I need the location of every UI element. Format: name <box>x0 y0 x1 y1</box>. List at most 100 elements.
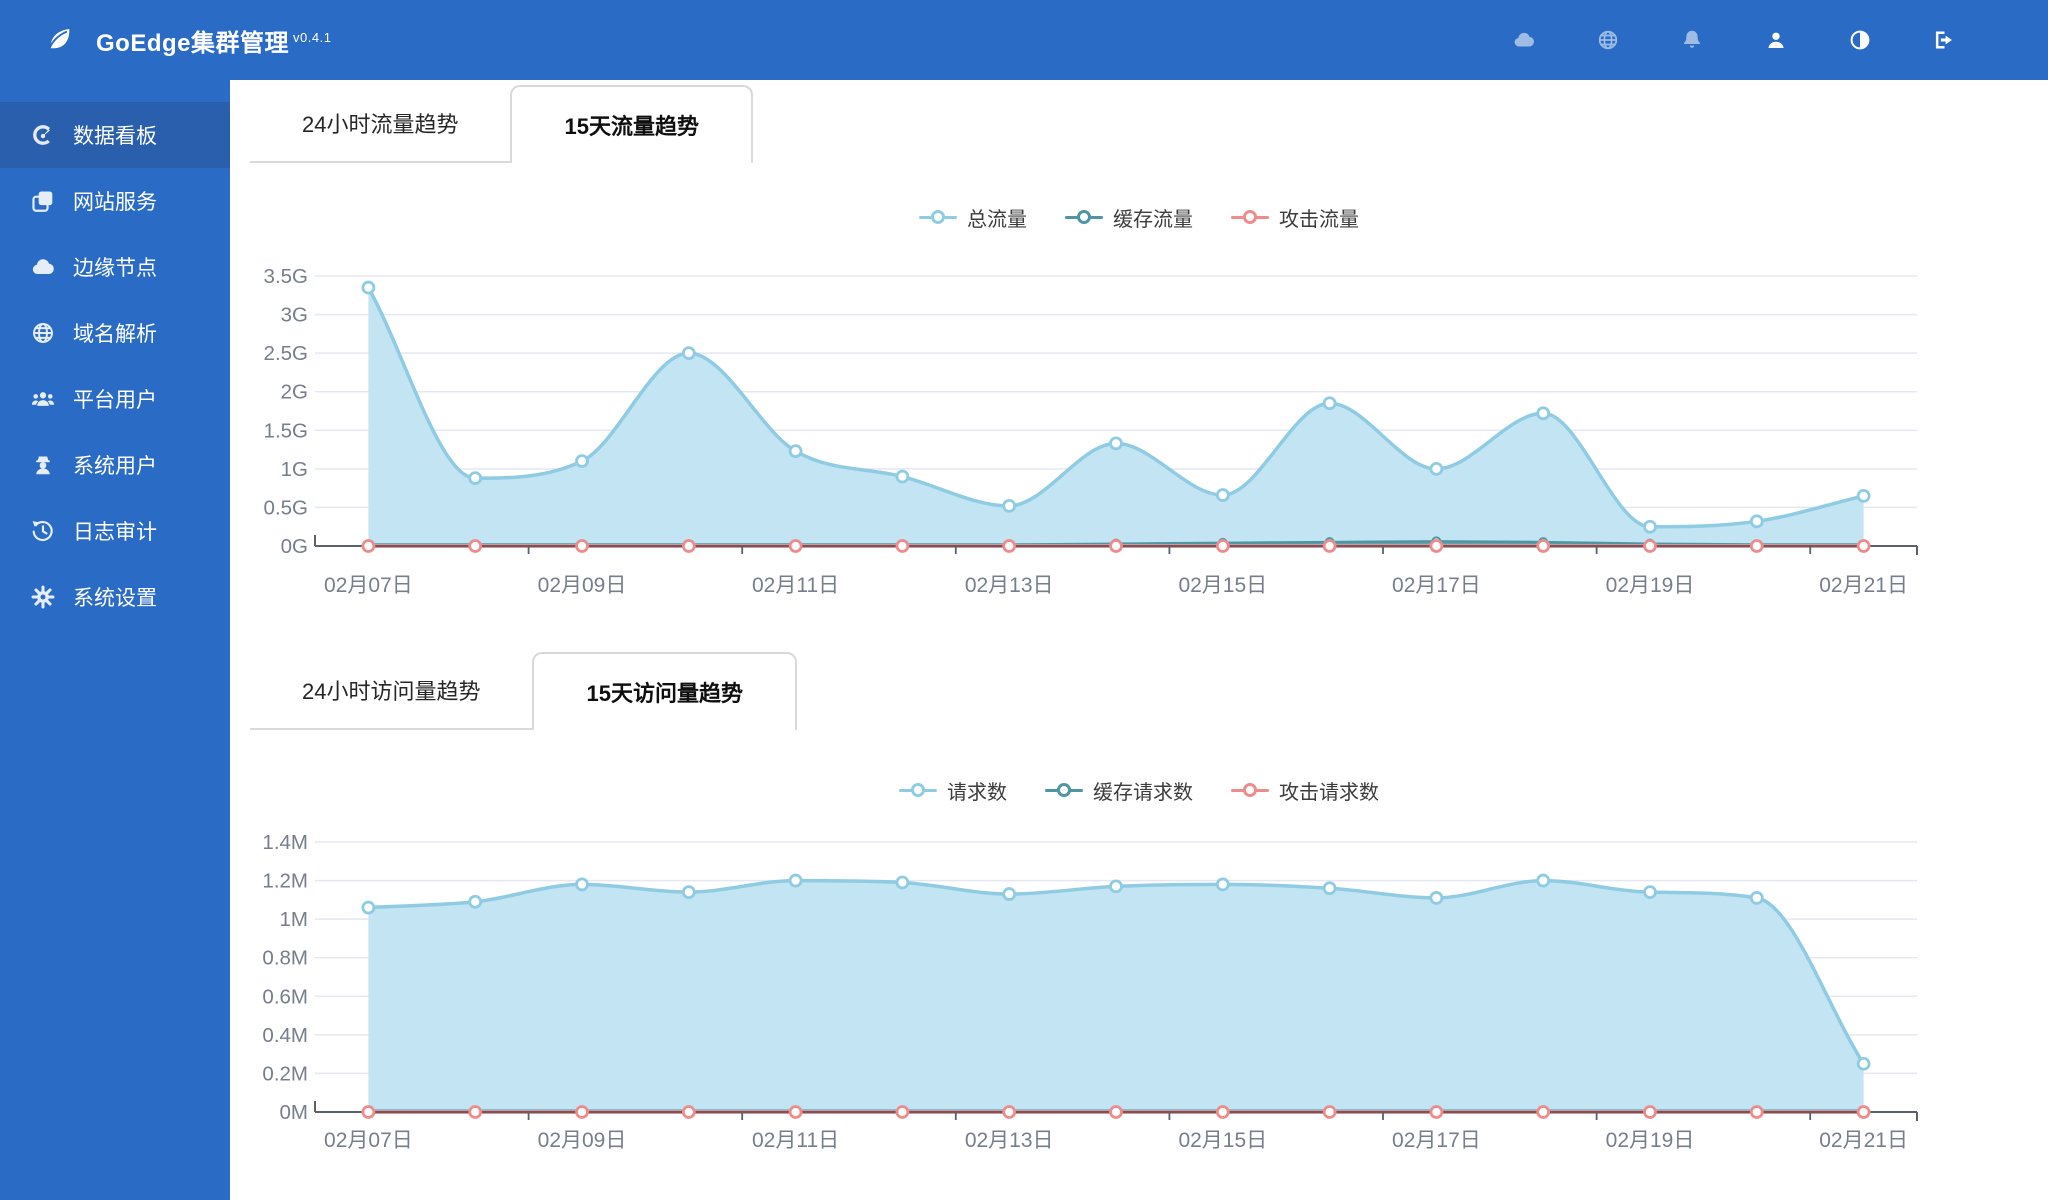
websites-icon <box>30 188 56 214</box>
x-axis-date-label: 02月19日 <box>1606 1129 1695 1152</box>
data-point-请求数[interactable] <box>788 873 803 888</box>
data-point-攻击请求数[interactable] <box>575 1105 589 1119</box>
y-axis-tick-label: 1.5G <box>264 419 308 442</box>
data-point-攻击流量[interactable] <box>1749 539 1764 553</box>
tab-15天流量趋势[interactable]: 15天流量趋势 <box>510 85 753 163</box>
data-point-请求数[interactable] <box>468 894 483 909</box>
data-point-请求数[interactable] <box>1002 887 1017 901</box>
data-point-攻击流量[interactable] <box>1536 539 1551 553</box>
data-point-攻击流量[interactable] <box>468 539 483 553</box>
legend-item-缓存请求数[interactable]: 缓存请求数 <box>1045 776 1193 805</box>
data-point-攻击流量[interactable] <box>788 539 803 553</box>
data-point-攻击请求数[interactable] <box>788 1105 803 1119</box>
app-header: GoEdge集群管理 v0.4.1 <box>0 0 2048 80</box>
data-point-攻击请求数[interactable] <box>1536 1105 1551 1119</box>
data-point-攻击请求数[interactable] <box>468 1105 483 1119</box>
legend-marker-icon <box>899 783 937 797</box>
data-point-攻击流量[interactable] <box>1429 539 1444 553</box>
data-point-攻击流量[interactable] <box>1002 539 1017 553</box>
requests-tabs: 24小时访问量趋势 15天访问量趋势 <box>250 652 797 730</box>
data-point-攻击流量[interactable] <box>361 539 376 553</box>
data-point-请求数[interactable] <box>361 900 376 915</box>
cloud-icon[interactable] <box>1512 28 1536 52</box>
x-axis-date-label: 02月09日 <box>538 574 627 597</box>
data-point-请求数[interactable] <box>1109 879 1123 894</box>
sidebar-item-dashboard[interactable]: 数据看板 <box>0 102 230 168</box>
data-point-请求数[interactable] <box>1322 881 1337 896</box>
data-point-攻击流量[interactable] <box>1215 539 1230 553</box>
data-point-请求数[interactable] <box>681 885 696 900</box>
logout-icon[interactable] <box>1932 28 1956 52</box>
data-point-攻击请求数[interactable] <box>1109 1105 1123 1119</box>
contrast-icon[interactable] <box>1848 28 1872 52</box>
legend-item-总流量[interactable]: 总流量 <box>919 203 1027 232</box>
data-point-总流量[interactable] <box>895 469 910 484</box>
sidebar-item-nodes[interactable]: 边缘节点 <box>0 234 230 300</box>
data-point-攻击请求数[interactable] <box>361 1105 376 1119</box>
data-point-总流量[interactable] <box>361 280 376 295</box>
data-point-请求数[interactable] <box>1856 1056 1871 1071</box>
data-point-攻击请求数[interactable] <box>895 1105 910 1119</box>
data-point-攻击流量[interactable] <box>895 539 910 553</box>
user-icon[interactable] <box>1764 28 1788 52</box>
data-point-总流量[interactable] <box>1002 498 1017 513</box>
data-point-总流量[interactable] <box>575 454 589 469</box>
traffic-trend-chart: 0G 0.5G 1G 1.5G 2G 2.5G 3G 3.5G 02月07日 02月09日 02月1… <box>264 265 1918 597</box>
tab-15天访问量趋势[interactable]: 15天访问量趋势 <box>532 652 797 730</box>
data-point-总流量[interactable] <box>1109 436 1123 451</box>
data-point-攻击请求数[interactable] <box>1322 1105 1337 1119</box>
legend-item-攻击请求数[interactable]: 攻击请求数 <box>1231 776 1379 805</box>
data-point-总流量[interactable] <box>1322 396 1337 411</box>
tab-24小时访问量趋势[interactable]: 24小时访问量趋势 <box>250 652 533 730</box>
data-point-请求数[interactable] <box>1536 873 1551 888</box>
bell-icon[interactable] <box>1680 28 1704 52</box>
sidebar-item-dns[interactable]: 域名解析 <box>0 300 230 366</box>
y-axis-tick-label: 0G <box>281 535 308 558</box>
legend-label: 缓存请求数 <box>1093 781 1193 804</box>
legend-item-缓存流量[interactable]: 缓存流量 <box>1065 203 1193 232</box>
data-point-请求数[interactable] <box>575 877 589 892</box>
sidebar-item-label: 网站服务 <box>73 191 157 214</box>
data-point-攻击请求数[interactable] <box>1856 1105 1871 1119</box>
sidebar-item-system-users[interactable]: 系统用户 <box>0 432 230 498</box>
legend-label: 总流量 <box>967 208 1027 231</box>
data-point-攻击请求数[interactable] <box>681 1105 696 1119</box>
x-axis-date-label: 02月21日 <box>1819 1129 1908 1152</box>
data-point-请求数[interactable] <box>895 875 910 890</box>
data-point-攻击流量[interactable] <box>1643 539 1657 553</box>
data-point-总流量[interactable] <box>1856 488 1871 503</box>
data-point-攻击请求数[interactable] <box>1643 1105 1657 1119</box>
data-point-攻击请求数[interactable] <box>1002 1105 1017 1119</box>
data-point-总流量[interactable] <box>681 346 696 361</box>
data-point-总流量[interactable] <box>1536 406 1551 421</box>
data-point-请求数[interactable] <box>1429 891 1444 905</box>
data-point-总流量[interactable] <box>1215 488 1230 502</box>
data-point-攻击流量[interactable] <box>1322 539 1337 553</box>
data-point-总流量[interactable] <box>1429 461 1444 476</box>
data-point-请求数[interactable] <box>1749 891 1764 905</box>
data-point-请求数[interactable] <box>1643 885 1657 900</box>
data-point-攻击流量[interactable] <box>681 539 696 553</box>
main-content: 24小时流量趋势 15天流量趋势 总流量 缓存流量 攻击流量 0G 0.5G 1G 1.5G… <box>230 80 2048 1200</box>
data-point-攻击流量[interactable] <box>1856 539 1871 553</box>
data-point-攻击流量[interactable] <box>575 539 589 553</box>
legend-item-攻击流量[interactable]: 攻击流量 <box>1231 203 1359 232</box>
data-point-攻击流量[interactable] <box>1109 539 1123 553</box>
data-point-请求数[interactable] <box>1215 877 1230 892</box>
tab-24小时流量趋势[interactable]: 24小时流量趋势 <box>250 85 511 163</box>
data-point-总流量[interactable] <box>1643 519 1657 534</box>
sidebar-item-websites[interactable]: 网站服务 <box>0 168 230 234</box>
data-point-攻击请求数[interactable] <box>1429 1105 1444 1119</box>
sidebar-item-settings[interactable]: 系统设置 <box>0 564 230 630</box>
globe-icon[interactable] <box>1596 28 1620 52</box>
legend-marker-icon <box>1065 210 1103 224</box>
sidebar-item-logs[interactable]: 日志审计 <box>0 498 230 564</box>
sidebar-item-platform-users[interactable]: 平台用户 <box>0 366 230 432</box>
requests-trend-chart: 0M 0.2M 0.4M 0.6M 0.8M 1M 1.2M 1.4M 02月07日 02月09日… <box>262 831 1918 1152</box>
legend-item-请求数[interactable]: 请求数 <box>899 776 1007 805</box>
data-point-总流量[interactable] <box>468 471 483 486</box>
data-point-攻击请求数[interactable] <box>1215 1105 1230 1119</box>
data-point-攻击请求数[interactable] <box>1749 1105 1764 1119</box>
data-point-总流量[interactable] <box>788 444 803 459</box>
data-point-总流量[interactable] <box>1749 514 1764 529</box>
